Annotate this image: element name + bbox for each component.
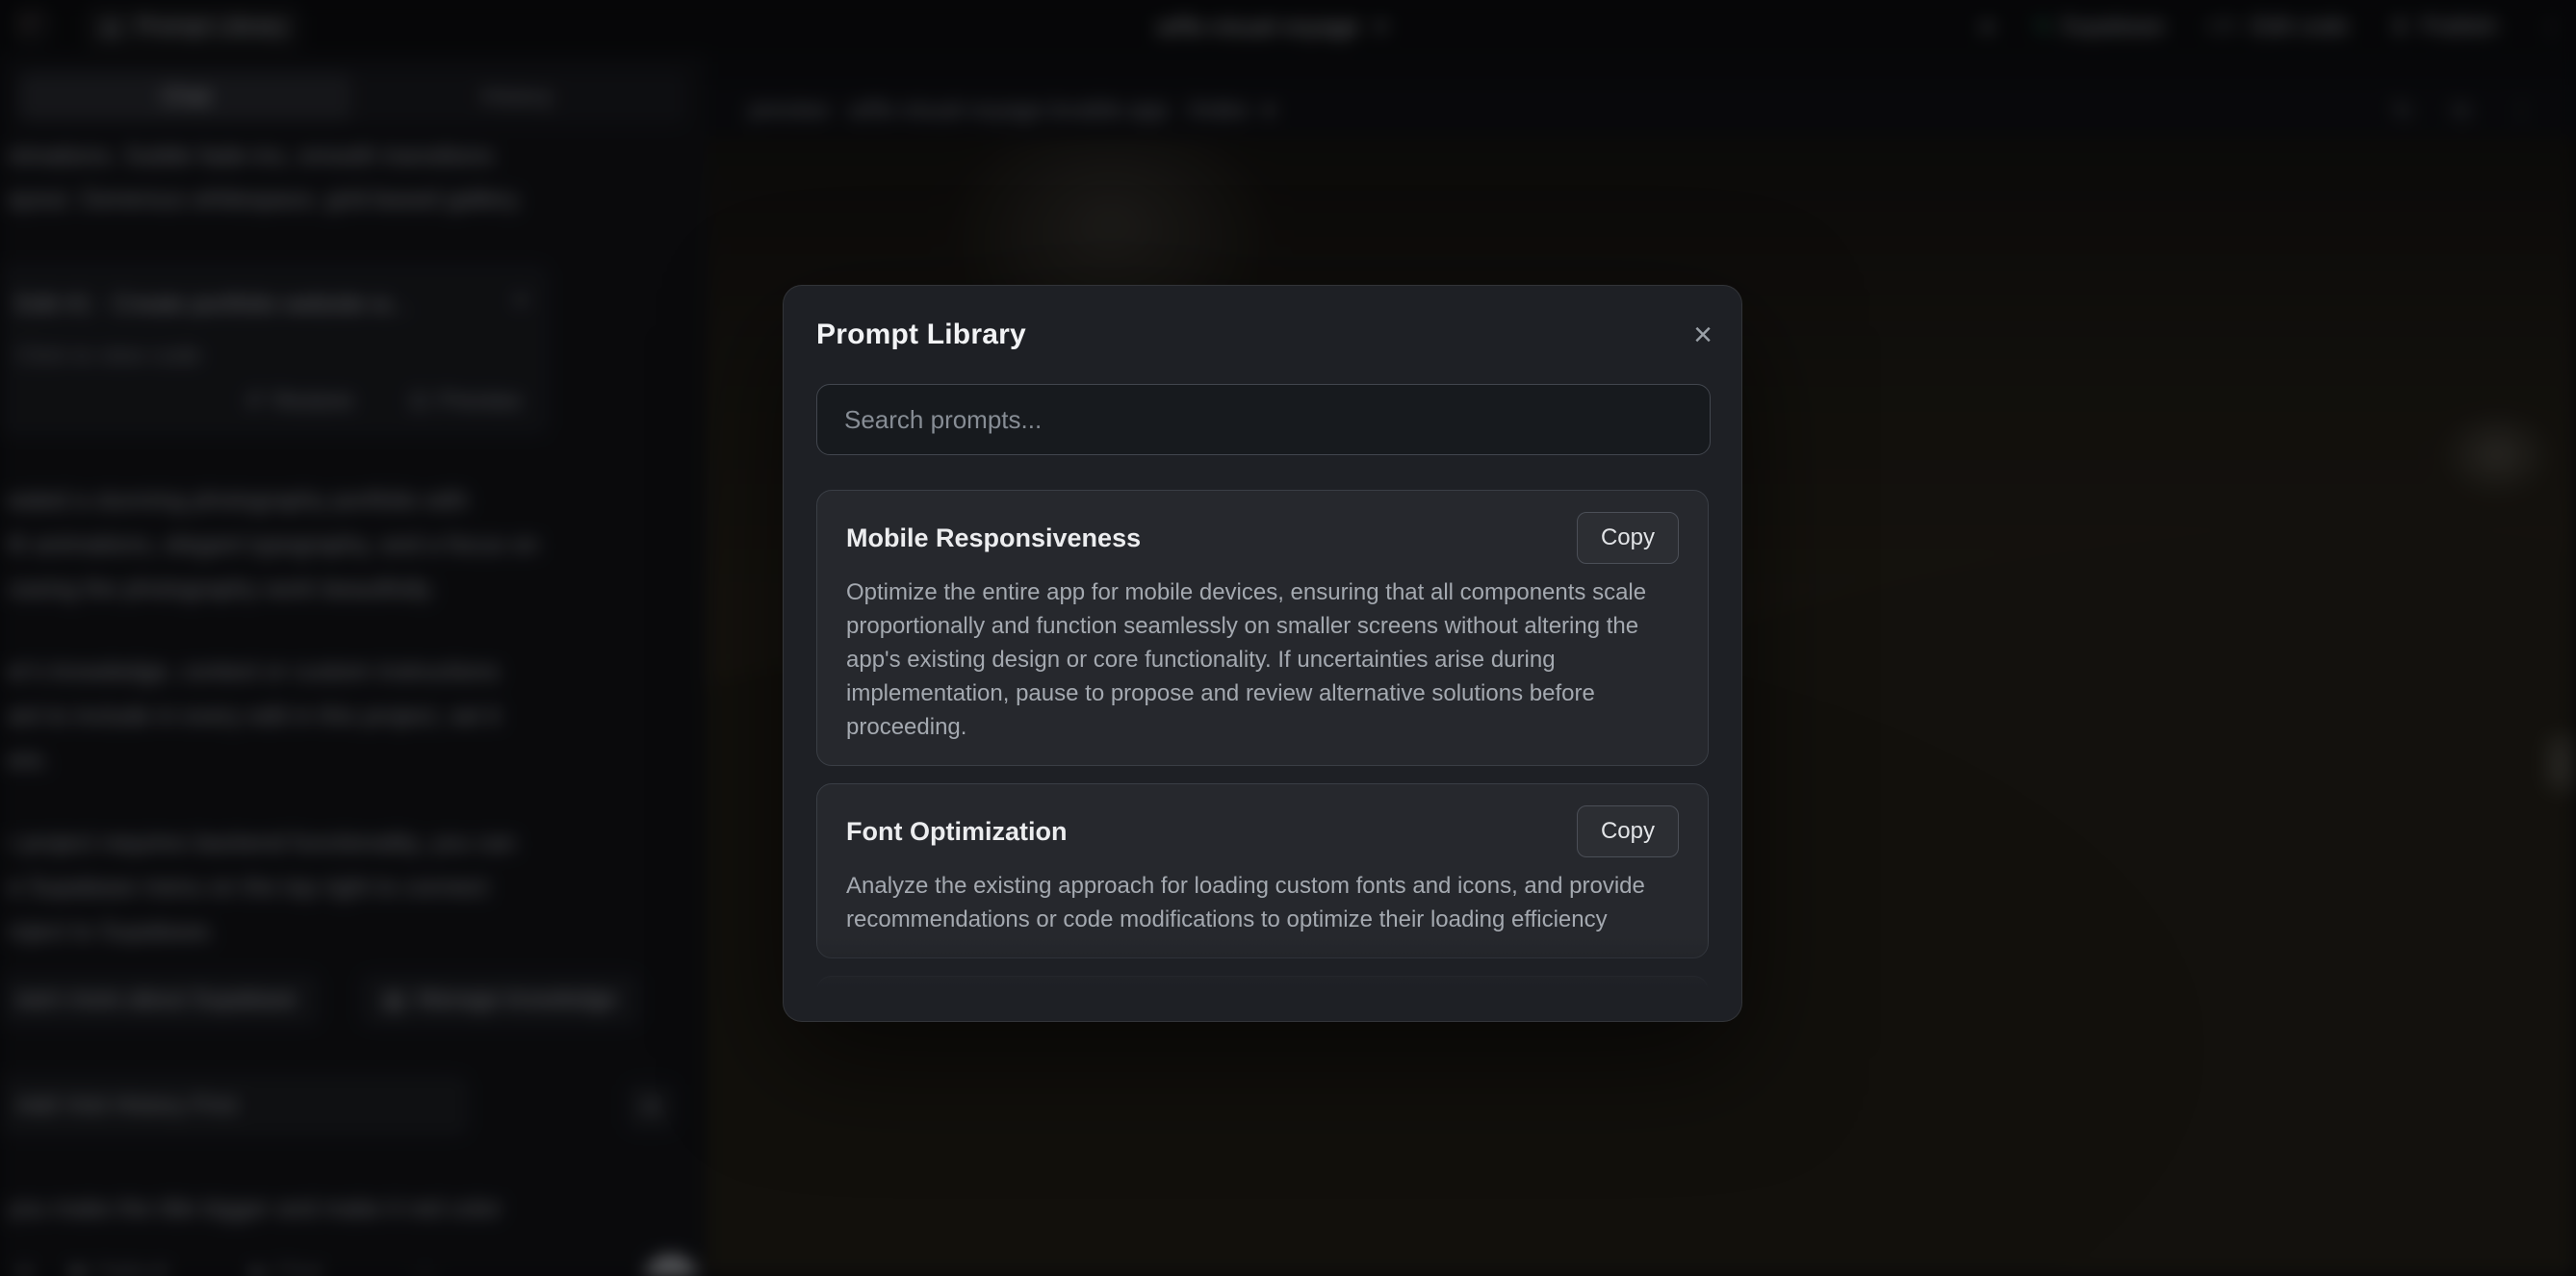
prompt-description: Optimize the entire app for mobile devic… [846, 575, 1679, 744]
copy-button[interactable]: Copy [1577, 512, 1679, 564]
prompt-title: Mobile Responsiveness [846, 523, 1141, 553]
prompt-description: Analyze the existing approach for loadin… [846, 869, 1679, 936]
search-input[interactable] [816, 384, 1711, 455]
list-fade-overlay [816, 936, 1709, 998]
prompt-card-font-optimization: Font Optimization Copy Analyze the exist… [816, 783, 1709, 958]
prompt-list: Mobile Responsiveness Copy Optimize the … [816, 490, 1709, 998]
modal-title: Prompt Library [816, 319, 1026, 351]
close-icon[interactable]: × [1693, 319, 1713, 351]
prompt-library-modal: Prompt Library × Mobile Responsiveness C… [783, 285, 1742, 1022]
copy-button[interactable]: Copy [1577, 805, 1679, 857]
prompt-title: Font Optimization [846, 817, 1067, 847]
app-window: ▤ Prompt Library arflo-visual-voyage ▾ ●… [0, 0, 2576, 1276]
prompt-card-mobile-responsiveness: Mobile Responsiveness Copy Optimize the … [816, 490, 1709, 766]
